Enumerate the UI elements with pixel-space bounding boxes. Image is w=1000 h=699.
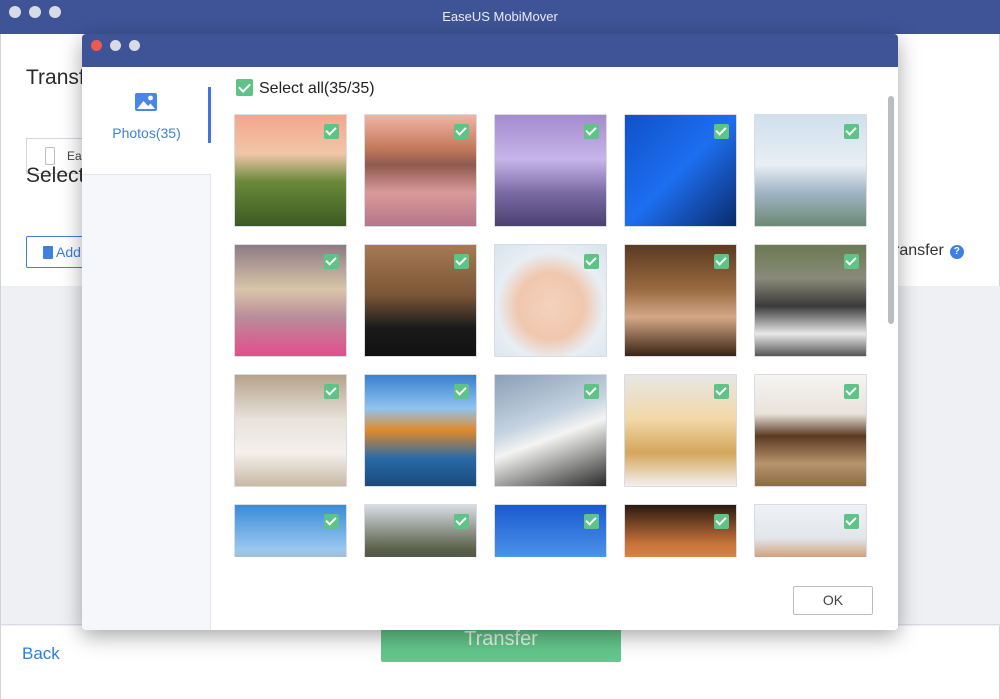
checkbox-checked-icon[interactable]	[714, 384, 729, 399]
checkbox-checked-icon[interactable]	[844, 254, 859, 269]
photo-thumbnail[interactable]	[234, 374, 347, 487]
photo-thumbnail[interactable]	[234, 244, 347, 357]
photo-thumbnail[interactable]	[624, 244, 737, 357]
dialog-close-button[interactable]	[91, 40, 102, 51]
checkbox-checked-icon[interactable]	[844, 384, 859, 399]
add-label: Add	[56, 244, 81, 260]
checkbox-checked-icon[interactable]	[324, 514, 339, 529]
select-all-checkbox[interactable]: Select all(35/35)	[236, 79, 375, 98]
transfer-heading: Transf	[26, 66, 85, 89]
photo-thumbnail[interactable]	[754, 504, 867, 557]
select-heading: Select	[26, 164, 85, 187]
phone-icon	[45, 147, 55, 165]
sidebar-item-label: Photos(35)	[112, 125, 181, 141]
photo-picker-dialog: Photos(35) Select all(35/35) OK	[82, 34, 898, 630]
photo-thumbnail[interactable]	[624, 504, 737, 557]
photo-thumbnail[interactable]	[754, 244, 867, 357]
transfer-option: ransfer?	[894, 242, 964, 260]
window-title: EaseUS MobiMover	[442, 9, 558, 24]
main-titlebar: EaseUS MobiMover	[0, 0, 1000, 34]
photo-thumbnail[interactable]	[754, 374, 867, 487]
photo-thumbnail[interactable]	[754, 114, 867, 227]
checkbox-checked-icon[interactable]	[324, 254, 339, 269]
photo-thumbnail[interactable]	[624, 374, 737, 487]
checkbox-checked-icon[interactable]	[714, 124, 729, 139]
ok-button[interactable]: OK	[793, 586, 873, 615]
checkbox-checked-icon[interactable]	[454, 514, 469, 529]
checkbox-checked-icon[interactable]	[584, 254, 599, 269]
photo-thumbnail[interactable]	[364, 244, 477, 357]
checkbox-checked-icon[interactable]	[454, 124, 469, 139]
photo-thumbnail[interactable]	[364, 504, 477, 557]
checkbox-checked-icon[interactable]	[584, 124, 599, 139]
photo-thumbnail[interactable]	[624, 114, 737, 227]
checkbox-checked-icon[interactable]	[844, 124, 859, 139]
checkbox-checked-icon[interactable]	[844, 514, 859, 529]
photo-thumbnail[interactable]	[494, 244, 607, 357]
transfer-option-label: ransfer	[894, 242, 944, 259]
photo-grid	[234, 114, 884, 557]
device-label: Ea	[67, 149, 82, 163]
photos-icon	[135, 93, 157, 111]
sidebar-item-photos[interactable]	[82, 67, 211, 175]
checkbox-checked-icon[interactable]	[454, 254, 469, 269]
photo-thumbnail[interactable]	[494, 504, 607, 557]
photo-thumbnail[interactable]	[364, 374, 477, 487]
select-all-label: Select all(35/35)	[259, 80, 375, 97]
checkbox-checked-icon[interactable]	[454, 384, 469, 399]
photo-thumbnail[interactable]	[494, 374, 607, 487]
checkbox-checked-icon[interactable]	[584, 514, 599, 529]
dialog-zoom-button[interactable]	[129, 40, 140, 51]
photo-thumbnail[interactable]	[494, 114, 607, 227]
dialog-minimize-button[interactable]	[110, 40, 121, 51]
checkbox-checked-icon[interactable]	[324, 124, 339, 139]
photo-thumbnail[interactable]	[234, 114, 347, 227]
checkbox-checked-icon[interactable]	[714, 514, 729, 529]
checkbox-checked-icon[interactable]	[324, 384, 339, 399]
dialog-titlebar	[82, 34, 898, 67]
help-icon[interactable]: ?	[949, 245, 964, 259]
checkbox-checked-icon	[236, 79, 253, 96]
back-link[interactable]: Back	[22, 644, 60, 664]
photo-thumbnail[interactable]	[234, 504, 347, 557]
photo-thumbnail[interactable]	[364, 114, 477, 227]
file-add-icon	[43, 246, 53, 259]
checkbox-checked-icon[interactable]	[584, 384, 599, 399]
checkbox-checked-icon[interactable]	[714, 254, 729, 269]
scrollbar-thumb[interactable]	[888, 96, 894, 324]
